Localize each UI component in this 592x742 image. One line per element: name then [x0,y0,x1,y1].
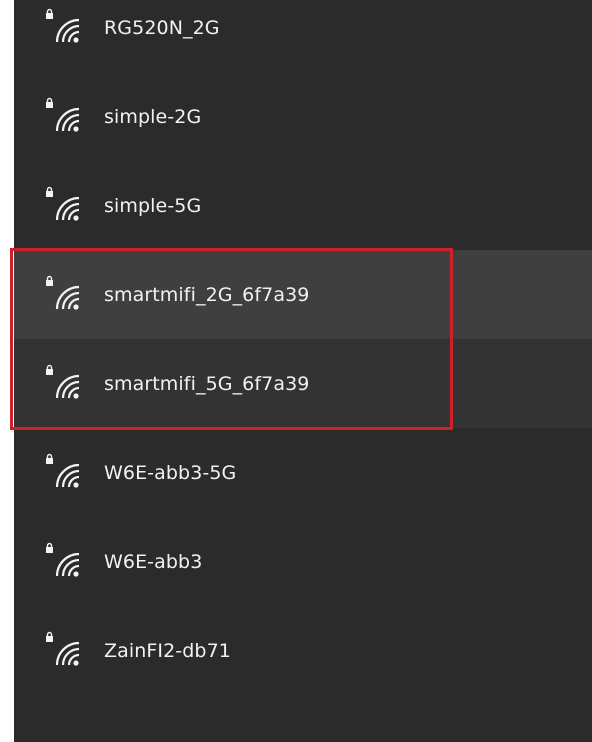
network-item-smartmifi-2g[interactable]: smartmifi_2G_6f7a39 [14,250,592,339]
network-ssid: simple-5G [104,194,202,217]
network-item-w6e-abb3[interactable]: W6E-abb3 [14,517,592,606]
network-item-w6e-abb3-5g[interactable]: W6E-abb3-5G [14,428,592,517]
network-ssid: ZainFI2-db71 [104,639,231,662]
wifi-lock-icon [46,631,80,666]
network-item-rg520n-2g[interactable]: RG520N_2G [14,0,592,72]
network-ssid: smartmifi_2G_6f7a39 [104,283,310,306]
network-ssid: smartmifi_5G_6f7a39 [104,372,310,395]
wifi-lock-icon [46,186,80,221]
wifi-lock-icon [46,97,80,132]
network-item-simple-5g[interactable]: simple-5G [14,161,592,250]
wifi-lock-icon [46,542,80,577]
network-item-smartmifi-5g[interactable]: smartmifi_5G_6f7a39 [14,339,592,428]
wifi-lock-icon [46,8,80,43]
wifi-network-list: RG520N_2G simple-2G simple-5G smartmifi_… [14,0,592,695]
network-ssid: RG520N_2G [104,16,220,39]
wifi-lock-icon [46,453,80,488]
wifi-lock-icon [46,275,80,310]
network-ssid: W6E-abb3 [104,550,203,573]
network-ssid: W6E-abb3-5G [104,461,237,484]
network-item-simple-2g[interactable]: simple-2G [14,72,592,161]
network-ssid: simple-2G [104,105,202,128]
network-item-zainfi2-db71[interactable]: ZainFI2-db71 [14,606,592,695]
wifi-network-list-panel: RG520N_2G simple-2G simple-5G smartmifi_… [14,0,592,742]
wifi-lock-icon [46,364,80,399]
